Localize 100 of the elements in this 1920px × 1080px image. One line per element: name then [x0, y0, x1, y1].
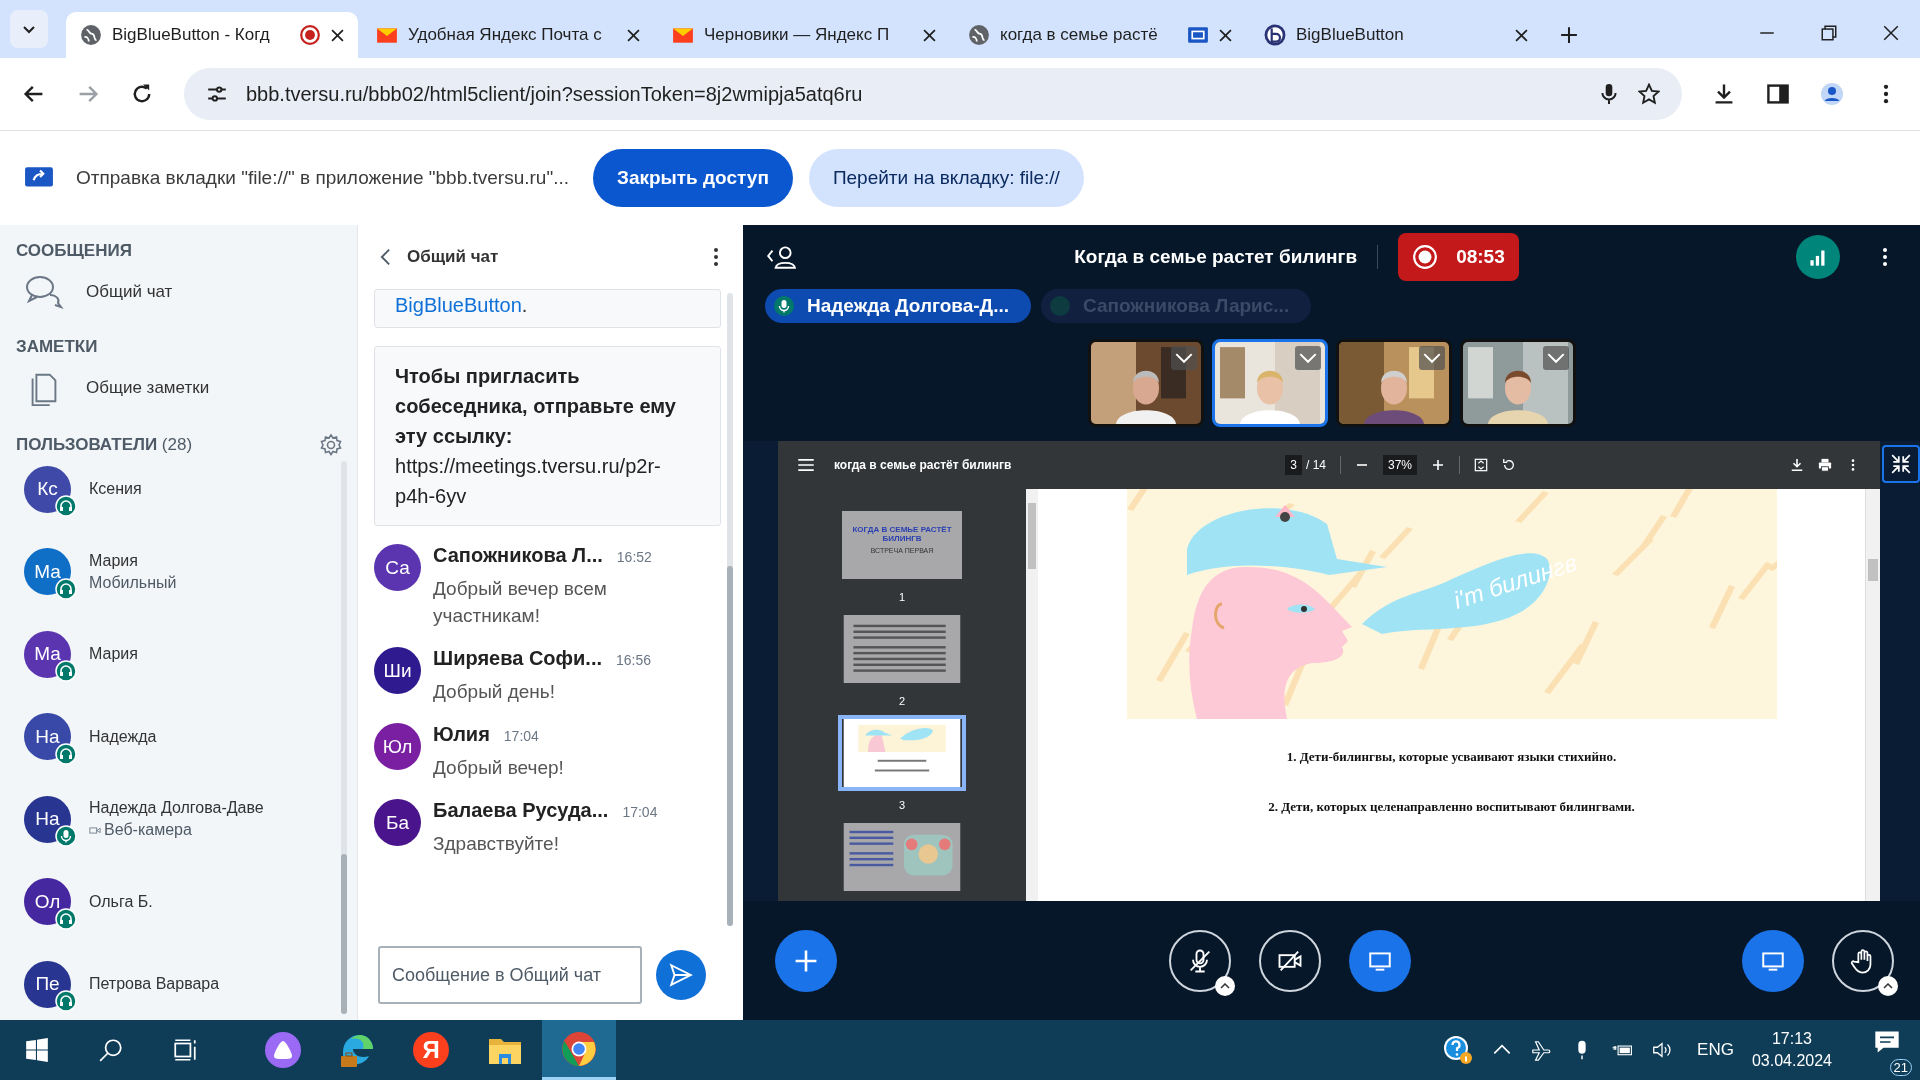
dropdown-toggle[interactable] — [1418, 346, 1445, 370]
user-list-item[interactable]: На Надежда — [24, 708, 342, 765]
close-icon[interactable] — [627, 28, 640, 42]
user-list-item[interactable]: Ма Мария — [24, 626, 342, 682]
meeting-link[interactable]: https://meetings.tversu.ru/p2r-p4h-6yv — [395, 451, 690, 511]
page-number: 1 — [898, 591, 906, 603]
dropdown-toggle[interactable] — [1170, 346, 1197, 370]
close-icon[interactable] — [1515, 28, 1528, 42]
bbb-link[interactable]: BigBlueButton — [395, 294, 522, 316]
more-options-icon[interactable] — [1882, 247, 1888, 267]
rotate-icon[interactable] — [1502, 458, 1517, 472]
fit-page-icon[interactable] — [1474, 458, 1489, 472]
site-settings-icon[interactable] — [206, 83, 228, 105]
close-icon[interactable] — [331, 28, 344, 42]
message-time: 17:04 — [622, 804, 658, 820]
scrollbar[interactable] — [341, 461, 348, 1014]
message-input-field[interactable]: Сообщение в Общий чат — [378, 946, 643, 1004]
new-tab-icon[interactable] — [1560, 26, 1578, 44]
input-language-button[interactable]: ENG — [1697, 1040, 1734, 1060]
reactions-toggle[interactable] — [1878, 975, 1898, 996]
notification-count: 21 — [1889, 1059, 1912, 1076]
restore-icon[interactable] — [1820, 24, 1838, 42]
profile-avatar-icon[interactable] — [1820, 82, 1844, 106]
scrollbar[interactable] — [727, 293, 733, 926]
menu-icon[interactable] — [798, 459, 814, 471]
task-view-icon[interactable] — [172, 1037, 198, 1063]
help-info-icon[interactable] — [1443, 1035, 1474, 1065]
section-heading: ЗАМЕТКИ — [15, 337, 99, 357]
share-webcam-button[interactable] — [1258, 929, 1321, 992]
page-number: 3 — [898, 799, 906, 811]
download-icon[interactable] — [1790, 458, 1804, 472]
zoom-level-field[interactable]: 37% — [1383, 455, 1418, 475]
globe-icon — [80, 24, 102, 46]
audio-options-toggle[interactable] — [1214, 975, 1235, 996]
user-list-item[interactable]: Ол Ольга Б. — [24, 873, 342, 930]
close-icon[interactable] — [1219, 28, 1232, 42]
user-list-item[interactable]: На Надежда Долгова-Даве Веб-камера — [24, 791, 342, 847]
more-options-icon[interactable] — [713, 247, 719, 267]
print-icon[interactable] — [1818, 458, 1832, 472]
notification-center-button[interactable]: 21 — [1862, 1024, 1912, 1076]
settings-icon[interactable] — [319, 433, 344, 457]
user-list-item[interactable]: Пе Петрова Варвара — [24, 956, 342, 1012]
exit-fullscreen-button[interactable] — [1882, 445, 1920, 483]
user-list-item[interactable]: Ма Мария Мобильный — [24, 543, 342, 600]
dropdown-toggle[interactable] — [1294, 346, 1321, 370]
close-icon[interactable] — [923, 28, 936, 42]
tab-title: Черновики — Яндекс П — [704, 25, 891, 45]
sender-avatar: Ба — [374, 799, 422, 846]
browser-tab[interactable]: BigBlueButton - Когд — [66, 12, 358, 58]
scrollbar[interactable] — [1865, 489, 1880, 901]
thumbnail-title: КОГДА В СЕМЬЕ РАСТЁТ БИЛИНГВ — [852, 525, 952, 543]
sender-avatar: Ши — [374, 647, 422, 694]
sharing-message: Отправка вкладки "file://" в приложение "bbb.tversu.ru"... — [76, 167, 569, 189]
slide-text-line: 2. Дети, которых целенаправленно воспитывают билингвами. — [1268, 799, 1635, 815]
send-button[interactable] — [656, 950, 707, 1000]
user-name: Ксения — [89, 480, 142, 498]
message-text: Добрый вечер всем участникам! — [433, 577, 608, 628]
side-panel-icon[interactable] — [1766, 82, 1790, 106]
talking-indicator[interactable]: Надежда Долгова-Д... — [765, 289, 1031, 323]
chevron-down-icon — [1298, 352, 1317, 364]
user-name: Надежда Долгова-Даве — [89, 799, 264, 817]
chevron-down-icon — [1174, 352, 1193, 364]
tab-search-button[interactable] — [10, 10, 48, 48]
chat-list-item[interactable]: Общий чат — [0, 261, 358, 337]
sender-name: Сапожникова Л... — [433, 544, 603, 567]
browser-tab[interactable]: Черновики — Яндекс П — [658, 12, 950, 58]
star-icon[interactable] — [1638, 83, 1660, 105]
windows-start-icon[interactable] — [24, 1037, 50, 1063]
sender-name: Балаева Русуда... — [433, 799, 609, 822]
browser-tab[interactable]: BigBlueButton — [1250, 12, 1542, 58]
back-chevron-icon[interactable] — [380, 247, 392, 267]
search-icon[interactable] — [98, 1037, 124, 1063]
address-field[interactable]: bbb.tversu.ru/bbb02/html5client/join?sessionToken=8j2wmipja5atq6ru — [184, 68, 1682, 120]
browser-briefcase-icon — [339, 1032, 375, 1068]
connection-status-button[interactable] — [1796, 235, 1840, 279]
zoom-in-icon[interactable] — [1431, 458, 1446, 472]
message-text: Добрый день! — [433, 680, 556, 704]
page-number-field[interactable]: 3 — [1285, 455, 1302, 475]
taskbar-app-button[interactable]: Я — [394, 1020, 468, 1080]
close-icon[interactable] — [1882, 24, 1900, 42]
browser-tab[interactable]: когда в семье растё — [954, 12, 1246, 58]
user-list-item[interactable]: Кс Ксения — [24, 461, 342, 517]
speaker-icon[interactable] — [1651, 1039, 1674, 1061]
caret-up-icon — [1883, 982, 1893, 989]
chevron-down-icon — [1546, 352, 1565, 364]
switch-tab-button[interactable]: Перейти на вкладку: file:// — [808, 149, 1084, 207]
clock-button[interactable]: 17:13 03.04.2024 — [1751, 1030, 1832, 1070]
dropdown-toggle[interactable] — [1542, 346, 1569, 370]
sender-avatar: Юл — [374, 723, 422, 770]
browser-tab[interactable]: Удобная Яндекс Почта с — [362, 12, 654, 58]
chat-bubbles-icon — [24, 273, 64, 311]
caret-up-icon — [1219, 982, 1230, 989]
stop-sharing-button[interactable]: Закрыть доступ — [593, 149, 793, 207]
send-icon — [668, 962, 695, 988]
toggle-user-list-icon[interactable] — [765, 244, 797, 270]
message-text: Добрый вечер! — [433, 756, 564, 780]
message-time: 16:56 — [616, 652, 652, 668]
scrollbar[interactable] — [1026, 489, 1038, 901]
notes-list-item[interactable]: Общие заметки — [0, 357, 358, 433]
recording-indicator[interactable]: 08:53 — [1398, 233, 1519, 281]
